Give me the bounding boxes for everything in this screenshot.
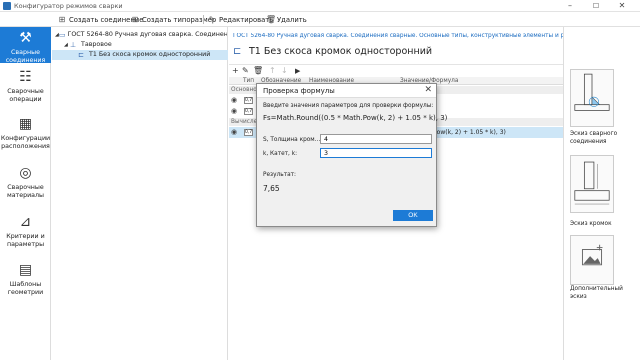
window-title: Конфигуратор режимов сварки <box>14 2 123 10</box>
weld-joint-icon: ⚒ <box>19 30 32 46</box>
nav-item-operations[interactable]: ☷ Сварочные операции <box>0 67 51 103</box>
nav-item-geometry-templates[interactable]: ▤ Шаблоны геометрии <box>0 260 51 300</box>
result-value: 7,65 <box>263 184 280 193</box>
nav-label: Шаблоны геометрии <box>7 281 44 296</box>
tree-node-t1[interactable]: ⊏ Т1 Без скоса кромок односторонний <box>52 50 228 60</box>
sketch-label: Дополнительный эскиз <box>570 286 623 300</box>
coil-icon: ◎ <box>19 165 32 181</box>
delete-button[interactable]: 🗑 Удалить <box>266 14 307 25</box>
tee-joint-icon: ⊥ <box>70 41 77 49</box>
tree-node-label: Т1 Без скоса кромок односторонний <box>89 51 211 58</box>
criteria-icon: ⊿ <box>19 214 32 230</box>
nav-label: Критерии и параметры <box>6 233 45 248</box>
type-chip: 0,7 <box>244 97 253 104</box>
trash-icon: 🗑 <box>266 14 277 24</box>
eye-icon[interactable]: ◉ <box>231 127 237 138</box>
page-title-text: Т1 Без скоса кромок односторонний <box>249 45 433 57</box>
delete-label: Удалить <box>277 15 307 24</box>
close-window-button[interactable]: ✕ <box>612 0 632 12</box>
dialog-prompt: Введите значения параметров для проверки… <box>263 103 434 109</box>
arrow-up-icon[interactable]: ↑ <box>269 66 276 76</box>
app-icon <box>3 2 11 10</box>
result-label: Результат: <box>263 172 296 178</box>
run-icon[interactable]: ▶ <box>295 66 300 76</box>
add-connection-icon: ⊞ <box>58 14 66 24</box>
column-header[interactable]: Тип <box>243 77 254 85</box>
extra-sketch[interactable] <box>570 235 614 285</box>
weld-joint-sketch[interactable] <box>570 69 614 127</box>
ok-button[interactable]: OK <box>393 210 433 221</box>
page-title: ⊏ Т1 Без скоса кромок односторонний <box>233 44 432 58</box>
breadcrumb[interactable]: ГОСТ 5264-80 Ручная дуговая сварка. Соед… <box>233 33 563 39</box>
left-navigation: ⚒ Сварные соединения ☷ Сварочные операци… <box>0 27 51 360</box>
folder-icon: ▭ <box>58 31 66 39</box>
grid-layout-icon: ▦ <box>18 116 33 132</box>
sketch-label: Эскиз кромок <box>570 221 612 227</box>
pencil-icon[interactable]: ✎ <box>242 66 249 76</box>
tree-node-tee[interactable]: ◢ ⊥ Тавровое <box>64 40 227 50</box>
param-k-label: k, Катет, k: <box>263 151 298 157</box>
tree-node-label: ГОСТ 5264-80 Ручная дуговая сварка. Соед… <box>67 31 227 38</box>
grid-toolbar: + ✎ 🗑 ↑ ↓ ▶ <box>229 64 563 76</box>
edit-button[interactable]: ✎ Редактировать <box>208 14 274 25</box>
dialog-body: Введите значения параметров для проверки… <box>257 97 447 226</box>
type-chip: 0,7 <box>244 129 253 136</box>
nav-item-weld-joints[interactable]: ⚒ Сварные соединения <box>0 27 51 64</box>
nav-item-configurations[interactable]: ▦ Конфигурации расположения <box>0 114 51 154</box>
tree-node-gost[interactable]: ◢ ▭ ГОСТ 5264-80 Ручная дуговая сварка. … <box>55 30 227 40</box>
eye-icon[interactable]: ◉ <box>231 95 237 106</box>
nav-item-materials[interactable]: ◎ Сварочные материалы <box>0 163 51 203</box>
joint-type-icon: ⊏ <box>78 51 84 59</box>
title-bar: Конфигуратор режимов сварки – ☐ ✕ <box>0 0 640 12</box>
dialog-title: Проверка формулы <box>263 87 335 95</box>
tree-node-label: Тавровое <box>81 41 112 48</box>
sketches-panel: Эскиз сварного соединения Эскиз кромок Д… <box>563 27 640 360</box>
maximize-button[interactable]: ☐ <box>586 0 606 12</box>
dialog-formula: Fs=Math.Round((0.5 * Math.Pow(k, 2) + 1.… <box>263 114 448 122</box>
edges-sketch[interactable] <box>570 155 614 213</box>
add-template-icon: ⊞ <box>131 14 139 24</box>
nav-label: Сварочные операции <box>7 88 44 103</box>
trash-icon[interactable]: 🗑 <box>253 66 263 76</box>
toolbar-divider <box>203 15 204 24</box>
operations-icon: ☷ <box>19 69 32 85</box>
close-icon[interactable]: ✕ <box>424 85 432 95</box>
connections-tree: ◢ ▭ ГОСТ 5264-80 Ручная дуговая сварка. … <box>52 27 228 360</box>
create-template-label: Создать типоразмер <box>142 15 217 24</box>
nav-item-criteria[interactable]: ⊿ Критерии и параметры <box>0 212 51 252</box>
nav-label: Сварные соединения <box>5 49 46 64</box>
arrow-down-icon[interactable]: ↓ <box>281 66 288 76</box>
section-label: Вычисле <box>231 119 258 125</box>
nav-label: Конфигурации расположения <box>0 135 51 150</box>
nav-label: Сварочные материалы <box>6 184 45 199</box>
param-s-label: S, Толщина кром...: <box>263 137 323 143</box>
main-toolbar: ⊞ Создать соединение ⊞ Создать типоразме… <box>0 12 640 27</box>
param-s-input[interactable] <box>320 134 432 144</box>
weld-joint-drawing <box>574 73 610 111</box>
image-placeholder-icon <box>581 244 603 266</box>
type-chip: 0,7 <box>244 108 253 115</box>
minimize-button[interactable]: – <box>560 0 580 12</box>
edges-drawing <box>574 161 610 205</box>
formula-check-dialog: Проверка формулы ✕ Введите значения пара… <box>256 83 447 227</box>
section-label: Основно <box>231 87 257 93</box>
add-icon[interactable]: + <box>232 66 239 76</box>
eye-icon[interactable]: ◉ <box>231 106 237 117</box>
pencil-icon: ✎ <box>208 14 216 24</box>
sketch-label: Эскиз сварного соединения <box>570 131 618 145</box>
param-k-input[interactable] <box>320 148 432 158</box>
joint-type-icon: ⊏ <box>233 45 242 57</box>
geometry-template-icon: ▤ <box>18 262 33 278</box>
